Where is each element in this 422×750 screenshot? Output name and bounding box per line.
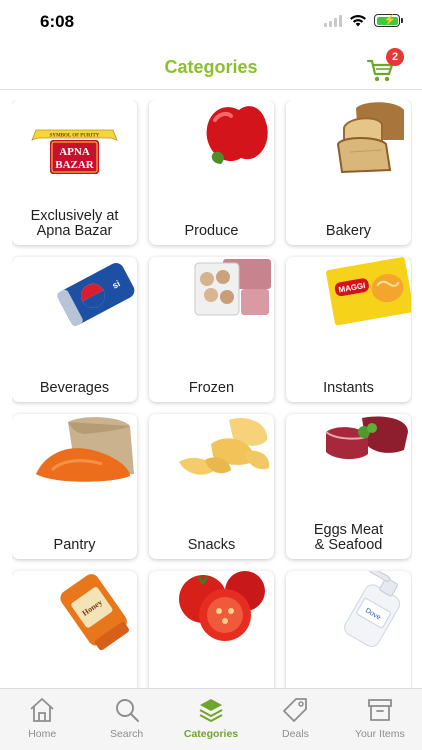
soda-can-image: si	[57, 263, 135, 327]
category-label: Pantry	[53, 537, 96, 553]
category-card-honey[interactable]: Honey	[12, 571, 137, 688]
status-icons: ⚡	[324, 14, 403, 27]
svg-text:APNA: APNA	[59, 146, 90, 158]
tab-label: Search	[109, 728, 144, 740]
svg-text:BAZAR: BAZAR	[55, 159, 95, 171]
lentils-sack-image	[36, 417, 134, 482]
tab-home[interactable]: Home	[0, 689, 84, 750]
category-card-personal-care[interactable]: Dove	[286, 571, 411, 688]
status-bar: 6:08 ⚡	[0, 0, 422, 44]
layers-icon	[199, 699, 223, 722]
category-card-produce[interactable]: Produce	[149, 100, 274, 245]
page-title: Categories	[164, 57, 258, 77]
category-card-beverages[interactable]: si Beverages	[12, 257, 137, 402]
bread-image	[336, 102, 404, 174]
cart-button[interactable]: 2	[366, 48, 404, 84]
search-icon	[115, 699, 139, 722]
category-label: Snacks	[187, 537, 236, 553]
tab-categories[interactable]: Categories	[169, 689, 253, 750]
navigation-header: Categories 2	[0, 44, 422, 90]
tab-deals[interactable]: Deals	[253, 689, 337, 750]
tab-label: Your Items	[354, 728, 405, 740]
meat-steaks-image	[325, 416, 408, 460]
battery-icon: ⚡	[374, 14, 403, 27]
category-label: Produce	[184, 223, 239, 239]
tab-label: Home	[28, 728, 57, 740]
frozen-food-image	[194, 259, 271, 316]
tab-your-items[interactable]: Your Items	[338, 689, 422, 750]
category-card-pantry[interactable]: Pantry	[12, 414, 137, 559]
category-card-eggs-meat-seafood[interactable]: Eggs Meat & Seafood	[286, 414, 411, 559]
category-card-bakery[interactable]: Bakery	[286, 100, 411, 245]
tab-search[interactable]: Search	[84, 689, 168, 750]
category-card-frozen[interactable]: Frozen	[149, 257, 274, 402]
category-label: Exclusively at Apna Bazar	[30, 208, 119, 239]
category-card-exclusive[interactable]: SYMBOL OF PURITY APNA BAZAR Exclusively …	[12, 100, 137, 245]
category-label: Frozen	[188, 380, 235, 396]
category-card-snacks[interactable]: Snacks	[149, 414, 274, 559]
archive-box-icon	[367, 699, 392, 721]
cellular-signal-icon	[324, 14, 342, 27]
status-time: 6:08	[40, 12, 75, 31]
category-label: Eggs Meat & Seafood	[313, 522, 384, 553]
tab-label: Deals	[281, 728, 309, 740]
category-grid: SYMBOL OF PURITY APNA BAZAR Exclusively …	[12, 100, 412, 688]
apna-bazar-logo: SYMBOL OF PURITY APNA BAZAR	[31, 129, 118, 174]
category-label: Bakery	[325, 223, 372, 239]
category-card-instants[interactable]: MAGGI Instants	[286, 257, 411, 402]
category-label: Instants	[323, 380, 374, 396]
noodles-pack-image: MAGGI	[326, 257, 411, 326]
cart-count-badge: 2	[386, 48, 404, 66]
category-label: Beverages	[39, 380, 110, 396]
bottom-tab-bar: Home Search Categories Deals Your Items	[0, 688, 422, 750]
potato-chips-image	[179, 418, 270, 475]
category-card-vegetables[interactable]	[149, 571, 274, 688]
apple-image	[206, 106, 268, 164]
tomatoes-image	[179, 571, 265, 641]
tag-icon	[283, 698, 308, 722]
tab-label: Categories	[183, 728, 239, 740]
pump-bottle-image: Dove	[344, 571, 401, 648]
svg-text:SYMBOL OF PURITY: SYMBOL OF PURITY	[50, 134, 100, 139]
home-icon	[30, 698, 54, 722]
wifi-icon	[350, 15, 366, 27]
honey-jar-image: Honey	[60, 574, 130, 651]
